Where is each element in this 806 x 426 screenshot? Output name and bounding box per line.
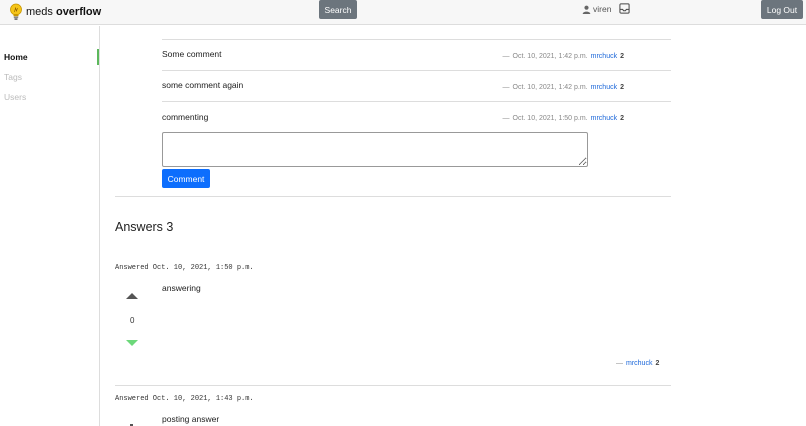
comment-author-reputation: 2 (620, 84, 624, 91)
upvote-arrow-icon[interactable] (126, 293, 138, 299)
logo-text: meds overflow (26, 6, 101, 18)
sidebar: Home Tags Users (0, 26, 100, 426)
divider (162, 39, 671, 40)
answer-author-link[interactable]: mrchuck (626, 360, 652, 367)
comment-date: Oct. 10, 2021, 1:50 p.m. (512, 115, 588, 122)
logo-text-bold: overflow (55, 6, 102, 18)
sidebar-active-indicator (97, 49, 99, 65)
search-button[interactable]: Search (319, 0, 357, 19)
comment-author-reputation: 2 (620, 53, 624, 60)
vote-count: 0 (130, 316, 135, 325)
answer-body: answering (162, 283, 201, 293)
downvote-arrow-icon[interactable] (126, 340, 138, 346)
lightbulb-icon (10, 3, 22, 20)
answer-timestamp: Answered Oct. 10, 2021, 1:43 p.m. (115, 395, 254, 403)
answer-dash: — (616, 360, 623, 367)
comment-author-link[interactable]: mrchuck (591, 115, 617, 122)
answer-meta: — mrchuck 2 (616, 360, 659, 367)
divider (162, 101, 671, 102)
comment-dash: — (502, 84, 510, 91)
top-navbar: meds overflow Search viren Log Out (0, 0, 806, 25)
comment-dash: — (502, 115, 510, 122)
sidebar-item-home[interactable]: Home (4, 52, 28, 62)
comment-dash: — (502, 53, 510, 60)
comment-textarea[interactable] (162, 132, 588, 167)
comment-submit-button[interactable]: Comment (162, 169, 210, 188)
comment-date: Oct. 10, 2021, 1:42 p.m. (512, 53, 588, 60)
user-menu[interactable]: viren (582, 4, 611, 14)
comment-author-reputation: 2 (620, 115, 624, 122)
answers-heading: Answers 3 (115, 220, 174, 234)
comment-text: some comment again (162, 80, 244, 90)
comment-author-link[interactable]: mrchuck (591, 53, 617, 60)
answer-timestamp: Answered Oct. 10, 2021, 1:50 p.m. (115, 264, 254, 272)
comment-meta: — Oct. 10, 2021, 1:50 p.m. mrchuck 2 (503, 115, 624, 122)
inbox-icon[interactable] (619, 3, 630, 14)
comment-date: Oct. 10, 2021, 1:42 p.m. (512, 84, 588, 91)
sidebar-item-users[interactable]: Users (4, 92, 26, 102)
sidebar-item-tags[interactable]: Tags (4, 72, 22, 82)
comment-meta: — Oct. 10, 2021, 1:42 p.m. mrchuck 2 (503, 53, 624, 60)
answer-author-reputation: 2 (655, 360, 660, 367)
divider (162, 70, 671, 71)
logo[interactable]: meds overflow (9, 3, 101, 21)
divider (115, 196, 671, 197)
logo-text-light: meds (26, 6, 53, 18)
divider (115, 385, 671, 386)
user-icon (582, 5, 591, 14)
comment-text: Some comment (162, 49, 222, 59)
comment-author-link[interactable]: mrchuck (591, 84, 617, 91)
answer-body: posting answer (162, 414, 220, 424)
comment-text: commenting (162, 112, 209, 122)
comment-meta: — Oct. 10, 2021, 1:42 p.m. mrchuck 2 (503, 84, 624, 91)
username: viren (593, 4, 612, 14)
logout-button[interactable]: Log Out (761, 0, 803, 19)
